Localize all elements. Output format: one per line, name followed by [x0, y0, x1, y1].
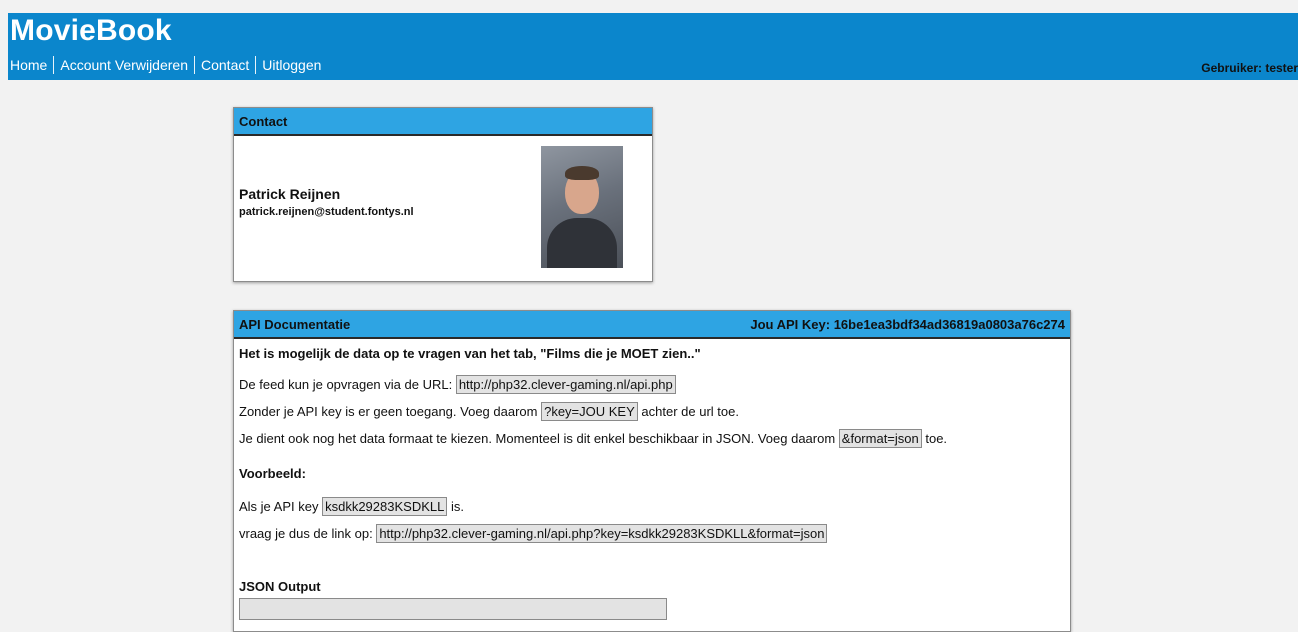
example-key-text: Als je API key — [239, 499, 323, 514]
api-key-label: Jou API Key: 16be1ea3bdf34ad36819a0803a7… — [750, 316, 1065, 332]
contact-card-header: Contact — [234, 108, 652, 136]
api-card-title: API Documentatie — [239, 316, 351, 332]
api-intro-text: Het is mogelijk de data op te vragen van… — [239, 346, 701, 361]
contact-name: Patrick Reijnen — [239, 186, 341, 202]
photo-body-shape — [547, 218, 617, 268]
nav-home-link[interactable]: Home — [10, 56, 53, 74]
nav-divider — [194, 56, 195, 74]
example-heading: Voorbeeld: — [239, 466, 306, 481]
api-feed-url-text: De feed kun je opvragen via de URL: — [239, 377, 456, 392]
app-title[interactable]: MovieBook — [10, 13, 172, 49]
nav-divider — [255, 56, 257, 74]
contact-card: Contact Patrick Reijnen patrick.reijnen@… — [233, 107, 653, 282]
api-key-instruction-suffix: achter de url toe. — [637, 404, 739, 419]
nav-contact-link[interactable]: Contact — [195, 56, 255, 74]
contact-card-body: Patrick Reijnen patrick.reijnen@student.… — [234, 136, 652, 281]
top-navbar: MovieBook Home Account Verwijderen Conta… — [8, 13, 1298, 80]
example-link-code: http://php32.clever-gaming.nl/api.php?ke… — [376, 524, 828, 543]
main-nav: Home Account Verwijderen Contact Uitlogg… — [10, 56, 327, 74]
contact-email: patrick.reijnen@student.fontys.nl — [239, 206, 414, 218]
nav-uitloggen-link[interactable]: Uitloggen — [256, 56, 327, 74]
current-user-label: Gebruiker: tester — [1201, 61, 1298, 75]
example-key-suffix: is. — [447, 499, 464, 514]
api-key-param-code: ?key=JOU KEY — [541, 402, 638, 421]
api-url-code: http://php32.clever-gaming.nl/api.php — [455, 375, 676, 394]
contact-card-title: Contact — [239, 113, 288, 129]
example-link-line: vraag je dus de link op: http://php32.cl… — [239, 524, 1065, 543]
api-feed-url-line: De feed kun je opvragen via de URL: http… — [239, 375, 1065, 394]
api-key-instruction-text: Zonder je API key is er geen toegang. Vo… — [239, 404, 542, 419]
api-documentation-card: API Documentatie Jou API Key: 16be1ea3bd… — [233, 310, 1071, 632]
api-key-instruction-line: Zonder je API key is er geen toegang. Vo… — [239, 402, 1065, 421]
json-output-heading: JSON Output — [239, 579, 321, 594]
example-link-text: vraag je dus de link op: — [239, 526, 377, 541]
photo-hair-shape — [565, 166, 599, 180]
api-format-instruction-line: Je dient ook nog het data formaat te kie… — [239, 429, 1065, 448]
api-card-header: API Documentatie Jou API Key: 16be1ea3bd… — [234, 311, 1070, 339]
api-format-instruction-text: Je dient ook nog het data formaat te kie… — [239, 431, 839, 446]
nav-divider — [53, 56, 55, 74]
contact-photo — [541, 146, 623, 268]
example-key-code: ksdkk29283KSDKLL — [322, 497, 448, 516]
api-format-instruction-suffix: toe. — [921, 431, 948, 446]
nav-account-verwijderen-link[interactable]: Account Verwijderen — [54, 56, 194, 74]
api-format-param-code: &format=json — [838, 429, 922, 448]
api-card-body: Het is mogelijk de data op te vragen van… — [234, 339, 1070, 625]
example-key-line: Als je API key ksdkk29283KSDKLL is. — [239, 497, 1065, 516]
